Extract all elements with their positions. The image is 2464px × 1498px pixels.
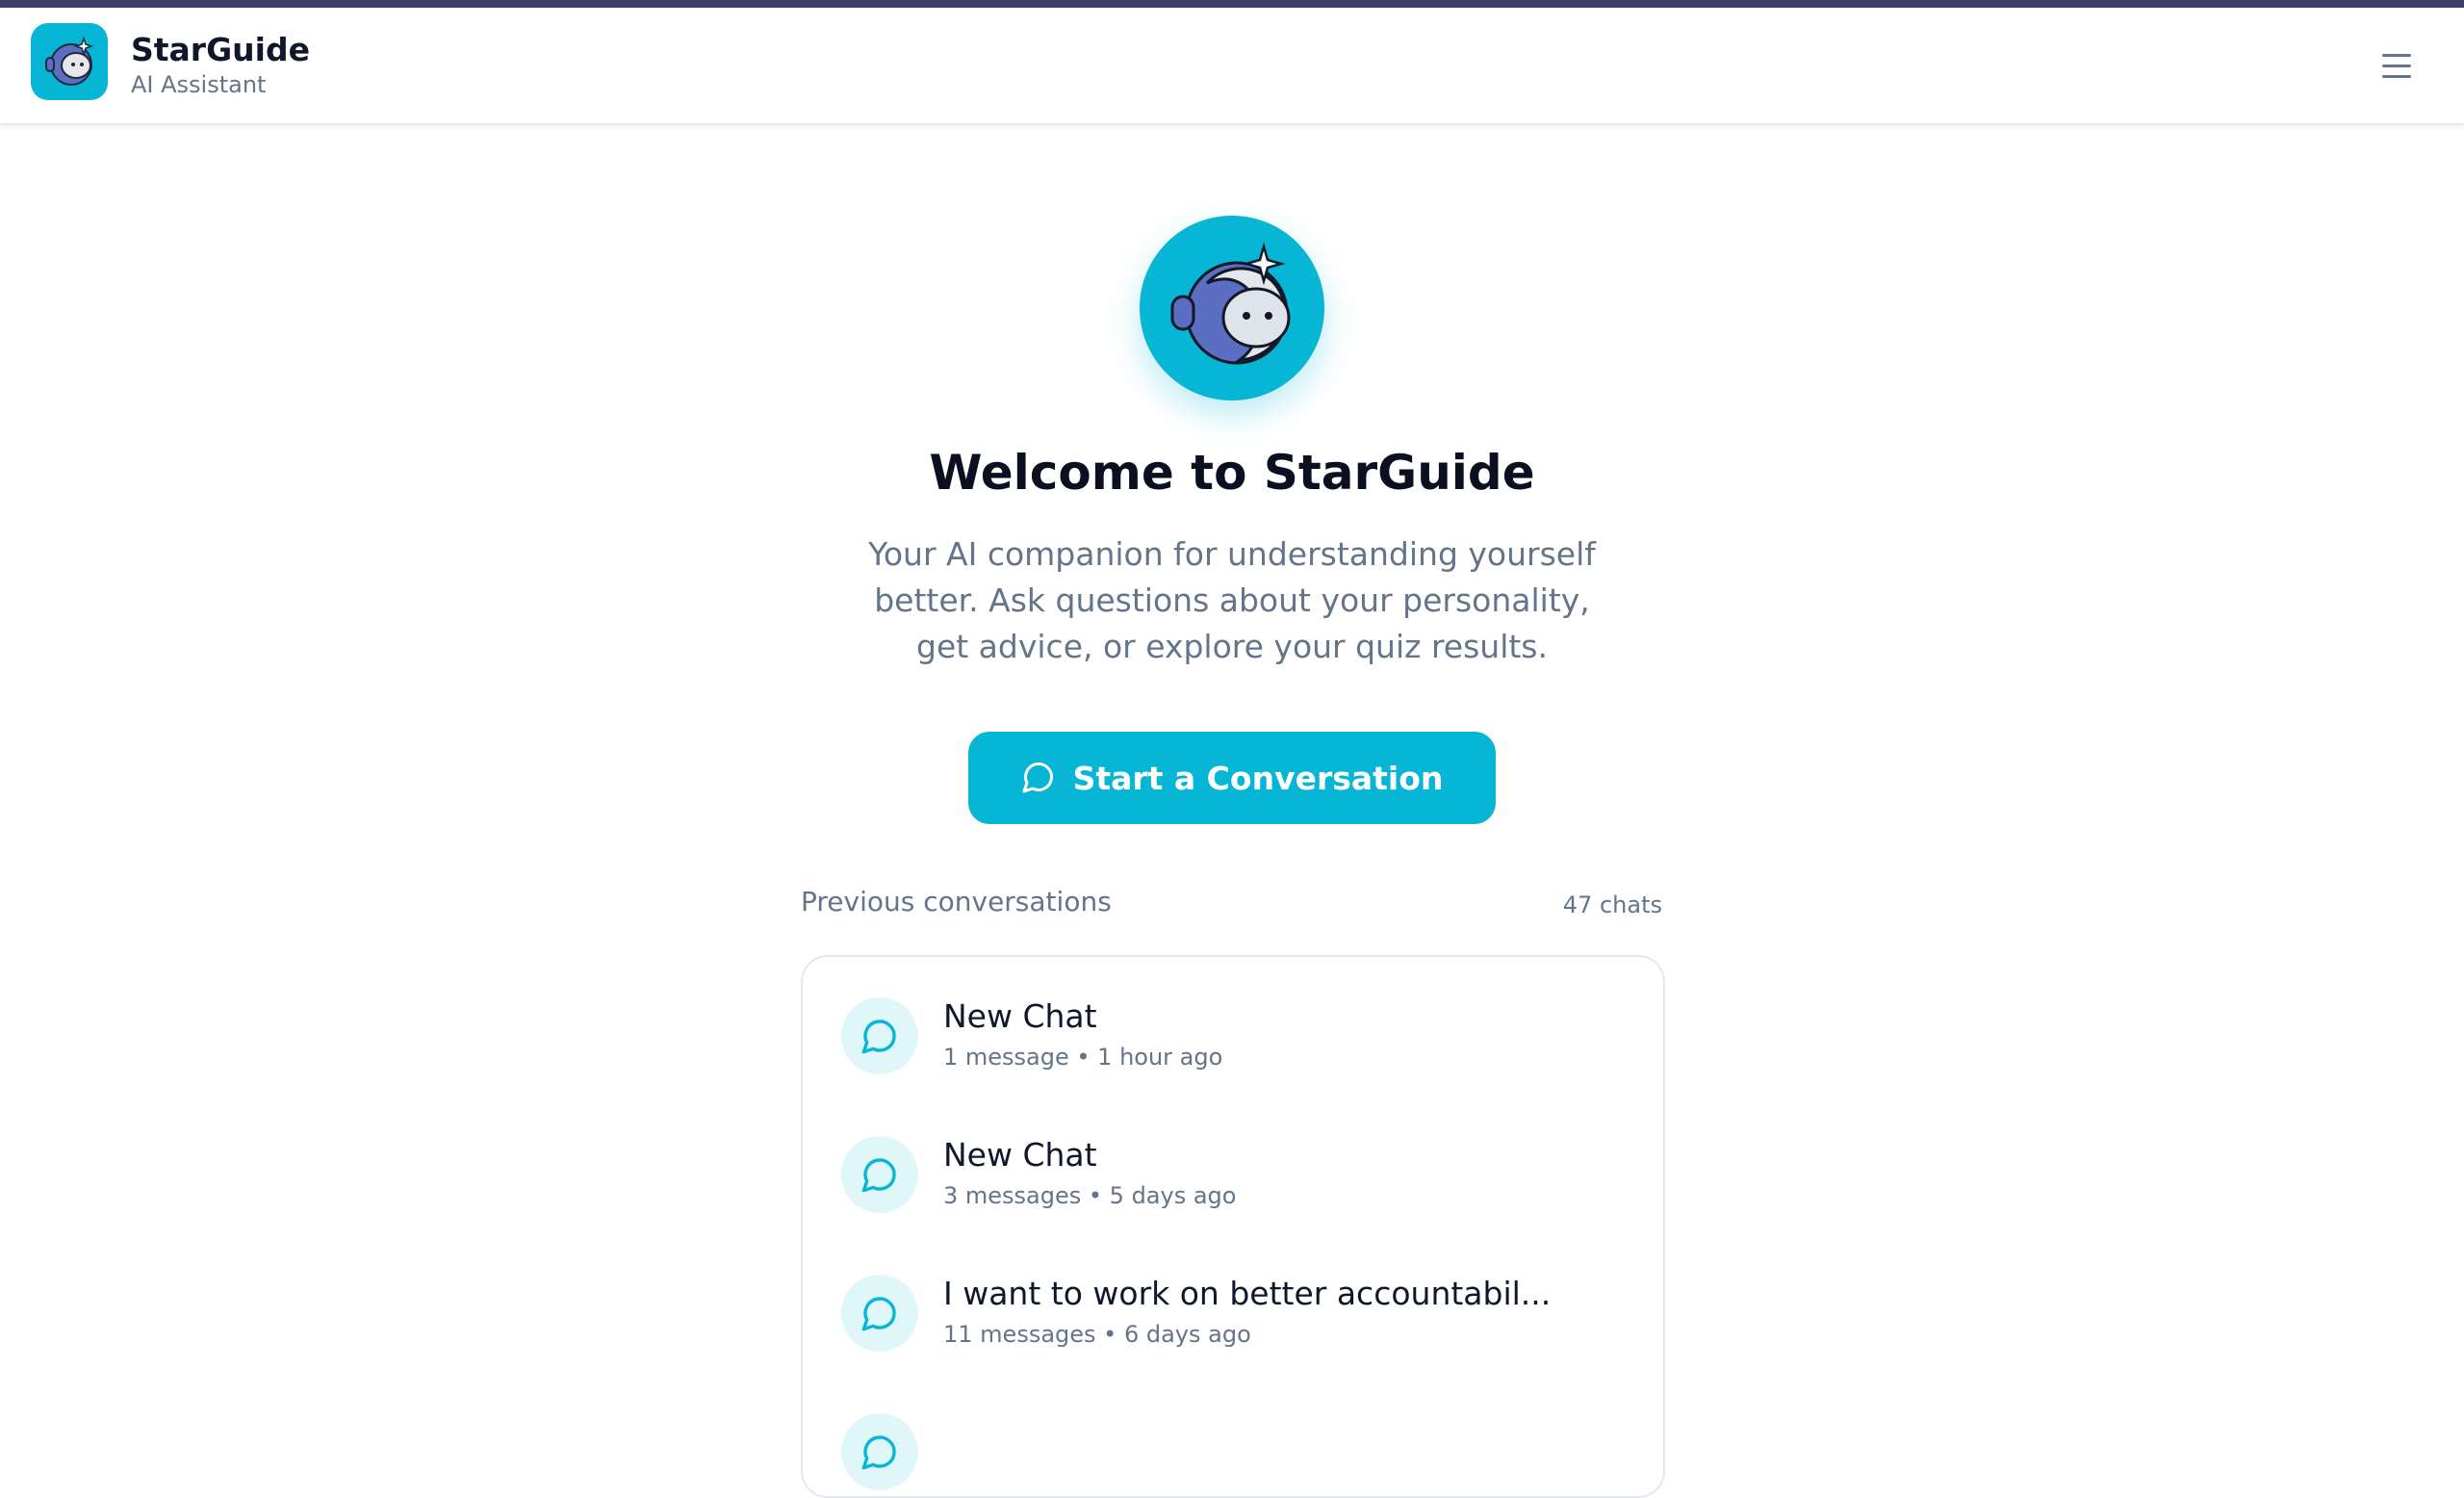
previous-conversations-label: Previous conversations bbox=[801, 886, 1112, 917]
hamburger-menu-icon[interactable] bbox=[2374, 42, 2420, 89]
app-title: StarGuide bbox=[131, 31, 310, 68]
start-conversation-button[interactable]: Start a Conversation bbox=[968, 732, 1496, 824]
conversation-meta: 1 message • 1 hour ago bbox=[943, 1044, 1223, 1071]
chat-count: 47 chats bbox=[1562, 891, 1662, 918]
conversation-meta: 11 messages • 6 days ago bbox=[943, 1321, 1251, 1348]
conversation-meta: 3 messages • 5 days ago bbox=[943, 1182, 1237, 1209]
chat-bubble-icon bbox=[1021, 760, 1056, 797]
conversation-title: I want to work on better accountabil... bbox=[943, 1275, 1552, 1312]
start-conversation-label: Start a Conversation bbox=[1072, 759, 1444, 797]
chat-bubble-icon bbox=[841, 997, 918, 1074]
top-accent-bar bbox=[0, 0, 2464, 8]
robot-astronaut-icon bbox=[31, 23, 108, 100]
welcome-description: Your AI companion for understanding your… bbox=[868, 535, 1596, 665]
conversation-title: New Chat bbox=[943, 997, 1097, 1035]
conversation-title: New Chat bbox=[943, 1136, 1097, 1174]
conversation-item[interactable]: I want to work on better accountabil... … bbox=[841, 1271, 1611, 1357]
welcome-title: Welcome to StarGuide bbox=[929, 445, 1535, 501]
chat-bubble-icon bbox=[841, 1136, 918, 1213]
conversation-item[interactable]: New Chat 1 message • 1 hour ago bbox=[841, 994, 1611, 1080]
app-subtitle: AI Assistant bbox=[131, 71, 267, 98]
chat-bubble-icon bbox=[841, 1413, 918, 1490]
chat-bubble-icon bbox=[841, 1275, 918, 1352]
conversation-item[interactable]: New Chat 3 messages • 5 days ago bbox=[841, 1132, 1611, 1219]
conversation-list: New Chat 1 message • 1 hour ago New Chat… bbox=[801, 955, 1665, 1498]
starguide-avatar-icon bbox=[1140, 216, 1324, 400]
app-header: StarGuide AI Assistant bbox=[0, 8, 2464, 125]
conversation-item[interactable] bbox=[841, 1409, 1611, 1496]
